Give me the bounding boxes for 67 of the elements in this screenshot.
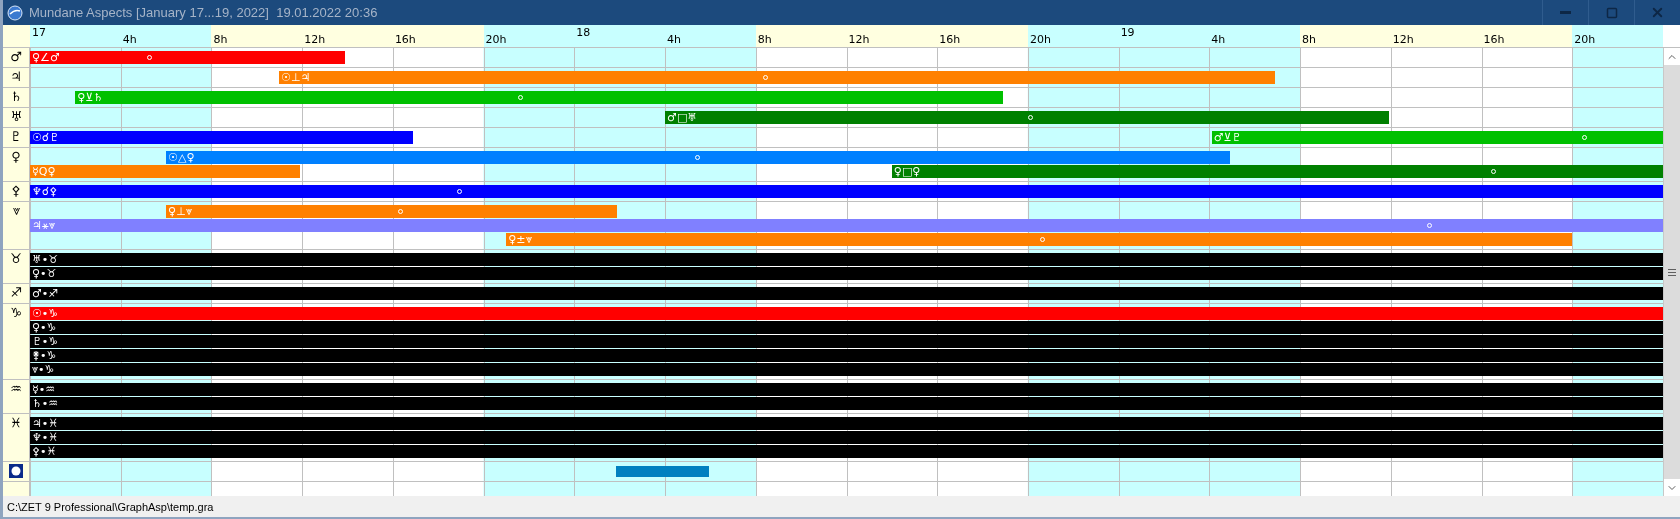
aspect-label: ☿Q♀ [31, 165, 56, 178]
planet-glyph: ⩔ [12, 204, 20, 218]
hour-label: 16h [938, 33, 961, 47]
disc-icon [9, 464, 23, 478]
window-title: Mundane Aspects [January 17...19, 2022] 19.01.2022 20:36 [28, 5, 379, 20]
aspect-label: ♅•♉ [31, 253, 59, 266]
planet-glyph: ♂ [10, 50, 22, 64]
hour-label: 8h [756, 33, 772, 47]
hour-label: 16h [1482, 33, 1505, 47]
aspect-label: ☉△♀ [167, 151, 195, 164]
aspect-label: ♀±⩔ [507, 233, 532, 246]
maximize-icon [1605, 6, 1618, 19]
aspect-label: ⩔•♑ [31, 363, 55, 376]
hour-label: 4h [121, 33, 137, 47]
aspect-label: ♀∠♂ [31, 51, 60, 64]
planet-glyph: ♀ [11, 150, 21, 164]
hour-label: 20h [1028, 33, 1051, 47]
aspect-label: ☿•♒ [31, 383, 56, 396]
aspect-label: ♄•♒ [31, 397, 59, 410]
hour-label: 20h [1573, 33, 1596, 47]
hour-label: 4h [1210, 33, 1226, 47]
aspect-label: ⚵•♑ [31, 349, 57, 362]
planet-glyph: ♓ [10, 416, 22, 430]
aspect-label: ⚴•♓ [31, 445, 57, 458]
aspect-label: ♃•♓ [31, 417, 59, 430]
aspect-label: ♀•♉ [31, 267, 57, 280]
aspect-label: ♃⚹⩔ [31, 219, 55, 232]
planet-glyph: ♐ [10, 286, 22, 300]
hour-label: 20h [484, 33, 507, 47]
planet-glyph: ♃ [10, 70, 22, 84]
scroll-down-button[interactable] [1664, 479, 1680, 496]
aspect-label: ♂⊻♇ [1212, 131, 1242, 144]
globe-icon [7, 4, 23, 21]
hour-label: 8h [212, 33, 228, 47]
planet-glyph: ♅ [10, 110, 22, 124]
aspect-label: ♀⊥⩔ [167, 205, 192, 218]
planet-glyph: ♑ [10, 306, 22, 320]
aspect-label: ♆•♓ [31, 431, 59, 444]
hour-label: 4h [666, 33, 681, 47]
hour-label: 16h [393, 33, 416, 47]
aspect-label: ♀•♑ [31, 321, 57, 334]
aspect-label: ♂□♅ [666, 111, 698, 124]
aspect-label: ♇•♑ [31, 335, 59, 348]
hour-label: 12h [1391, 33, 1414, 47]
grip-icon [1668, 268, 1676, 276]
planet-glyph: ♒ [10, 382, 22, 396]
day-label: 18 [575, 25, 591, 39]
hour-label: 12h [303, 33, 326, 47]
day-label: 19 [1119, 25, 1135, 39]
scroll-up-button[interactable] [1664, 48, 1680, 65]
aspect-label: ♀⊻♄ [76, 91, 104, 104]
hour-label: 12h [847, 33, 870, 47]
planet-glyph: ♄ [10, 90, 22, 104]
aspect-label: ♂•♐ [31, 287, 59, 300]
aspect-label: ♀□♀ [892, 165, 921, 178]
hour-label: 8h [1301, 33, 1317, 47]
minimize-icon [1560, 11, 1571, 14]
file-path: C:\ZET 9 Professional\GraphAsp\temp.gra [7, 500, 214, 513]
aspect-label: ☉⊥♃ [280, 71, 311, 84]
day-label: 17 [31, 25, 46, 39]
planet-glyph: ⚴ [11, 184, 21, 198]
planet-glyph: ♉ [10, 252, 22, 266]
close-icon [1650, 5, 1665, 20]
planet-glyph: ♇ [10, 130, 22, 144]
aspect-label: ☉☌♇ [31, 131, 60, 144]
aspect-label: ☉•♑ [31, 307, 59, 320]
aspect-label: ♆☌⚴ [31, 185, 58, 198]
